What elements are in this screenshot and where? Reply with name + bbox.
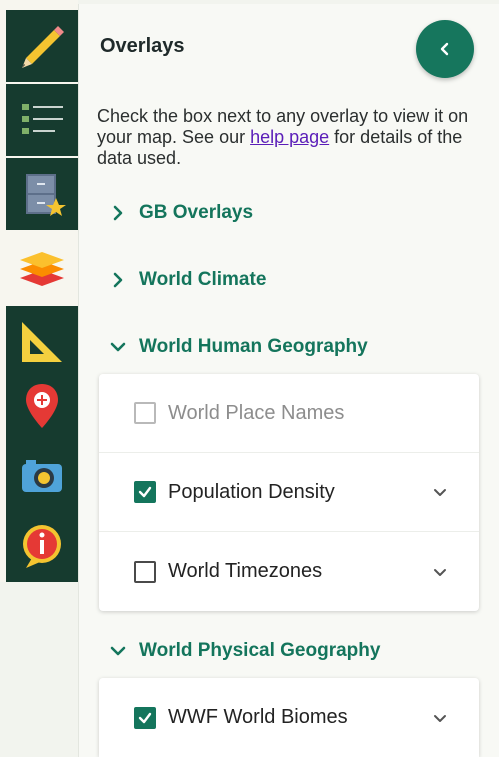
chevron-left-icon — [440, 42, 449, 56]
section-gb-overlays[interactable]: GB Overlays — [109, 202, 253, 224]
section-label: World Human Geography — [139, 336, 368, 357]
overlays-panel: Overlays Check the box next to any overl… — [78, 4, 499, 757]
chevron-down-icon[interactable] — [431, 709, 449, 727]
section-label: GB Overlays — [139, 202, 254, 223]
physical-geography-card: WWF World Biomes — [99, 678, 479, 757]
chevron-down-icon — [109, 338, 127, 356]
overlay-row-world-timezones[interactable]: World Timezones — [99, 532, 479, 611]
overlays-tool[interactable] — [6, 232, 78, 304]
panel-title: Overlays — [100, 35, 185, 57]
toolbar — [0, 0, 78, 582]
overlay-row-world-place-names[interactable]: World Place Names — [99, 374, 479, 453]
camera-icon — [22, 460, 62, 492]
overlay-label: Population Density — [168, 480, 335, 503]
check-icon — [138, 712, 152, 723]
info-tool[interactable] — [6, 510, 78, 582]
chevron-right-icon — [109, 271, 127, 289]
places-tool[interactable] — [6, 370, 78, 442]
collapse-panel-button[interactable] — [416, 20, 474, 78]
set-square-icon — [22, 322, 62, 362]
intro-text: Check the box next to any overlay to vie… — [97, 106, 477, 169]
section-label: World Climate — [139, 269, 267, 290]
photos-tool[interactable] — [6, 440, 78, 512]
checkbox-checked[interactable] — [134, 706, 156, 729]
overlay-label: World Place Names — [168, 401, 345, 424]
section-world-physical-geography[interactable]: World Physical Geography — [109, 640, 380, 662]
list-icon — [22, 104, 63, 134]
help-page-link[interactable]: help page — [250, 127, 329, 147]
checkbox-checked[interactable] — [134, 481, 156, 503]
layers-icon — [20, 252, 64, 286]
overlay-row-wwf-world-biomes[interactable]: WWF World Biomes — [99, 678, 479, 757]
chevron-right-icon — [109, 204, 127, 222]
legend-tool[interactable] — [6, 84, 78, 156]
human-geography-card: World Place Names Population Density Wor… — [99, 374, 479, 611]
section-world-human-geography[interactable]: World Human Geography — [109, 336, 368, 358]
chevron-down-icon[interactable] — [431, 483, 449, 501]
saved-maps-tool[interactable] — [6, 158, 78, 230]
pencil-icon — [22, 26, 64, 68]
pencil-tool[interactable] — [6, 10, 78, 82]
measure-tool[interactable] — [6, 306, 78, 378]
checkbox[interactable] — [134, 402, 156, 424]
map-pin-icon — [26, 384, 58, 428]
section-label: World Physical Geography — [139, 640, 381, 661]
overlay-label: WWF World Biomes — [168, 706, 348, 728]
overlay-row-population-density[interactable]: Population Density — [99, 453, 479, 532]
chevron-down-icon[interactable] — [431, 563, 449, 581]
overlay-label: World Timezones — [168, 560, 323, 582]
checkbox[interactable] — [134, 560, 156, 583]
info-icon — [23, 525, 61, 568]
chevron-down-icon — [109, 642, 127, 660]
cabinet-star-icon — [26, 174, 66, 216]
check-icon — [138, 486, 152, 498]
section-world-climate[interactable]: World Climate — [109, 269, 266, 291]
